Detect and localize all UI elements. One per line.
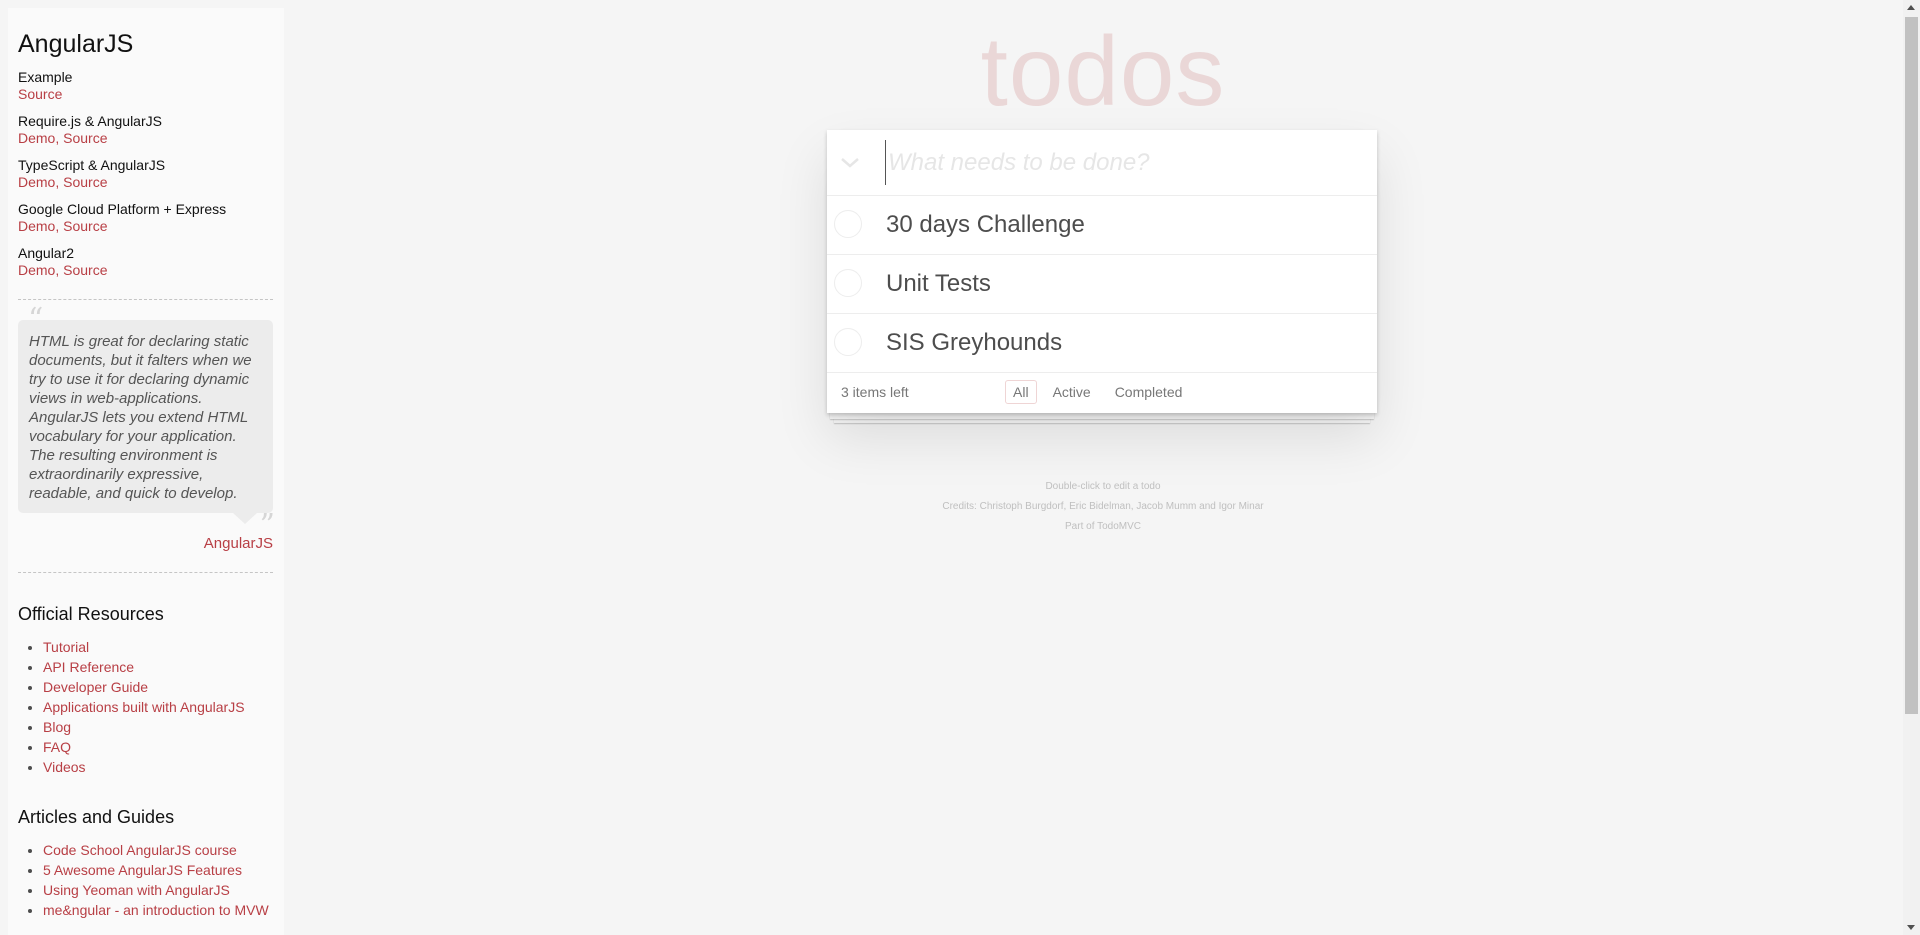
example-links[interactable]: Demo, Source (18, 218, 107, 234)
filter-active[interactable]: Active (1045, 380, 1099, 404)
article-link[interactable]: Code School AngularJS course (43, 842, 237, 858)
scrollbar-thumb[interactable] (1905, 17, 1918, 714)
article-link[interactable]: 5 Awesome AngularJS Features (43, 862, 242, 878)
example-item: Require.js & AngularJS Demo, Source (18, 113, 273, 147)
official-resources-heading: Official Resources (18, 604, 164, 624)
example-name: Example (18, 69, 73, 85)
sidebar-title: AngularJS (18, 30, 134, 58)
list-item: 5 Awesome AngularJS Features (43, 860, 273, 880)
article-link[interactable]: Using Yeoman with AngularJS (43, 882, 230, 898)
vertical-scrollbar[interactable] (1903, 0, 1920, 935)
list-item: FAQ (43, 737, 273, 757)
quote: “ HTML is great for declaring static doc… (18, 305, 275, 541)
scroll-down-icon[interactable] (1907, 925, 1915, 930)
filters: All Active Completed (1005, 380, 1190, 404)
example-name: Require.js & AngularJS (18, 113, 162, 129)
example-item: Example Source (18, 69, 273, 103)
toggle-all-button[interactable] (827, 130, 872, 195)
article-link[interactable]: me&ngular - an introduction to MVW (43, 902, 269, 918)
example-links[interactable]: Source (18, 86, 62, 102)
filter-item: Active (1045, 380, 1099, 404)
list-item: Using Yeoman with AngularJS (43, 880, 273, 900)
stack-shadow (834, 415, 1370, 423)
example-links[interactable]: Demo, Source (18, 262, 107, 278)
list-item: API Reference (43, 657, 273, 677)
articles-list: Code School AngularJS course 5 Awesome A… (18, 840, 273, 920)
filter-all[interactable]: All (1005, 380, 1037, 404)
todo-toggle-checkbox[interactable] (834, 269, 862, 297)
resource-link-blog[interactable]: Blog (43, 719, 71, 735)
todo-footer: 3 items left All Active Completed (827, 373, 1377, 413)
articles-heading: Articles and Guides (18, 807, 175, 827)
list-item: me&ngular - an introduction to MVW (43, 900, 273, 920)
quote-tail (233, 513, 257, 524)
todo-toggle-checkbox[interactable] (834, 210, 862, 238)
example-name: Google Cloud Platform + Express (18, 201, 227, 217)
divider (18, 572, 273, 573)
example-links[interactable]: Demo, Source (18, 130, 107, 146)
resource-link-faq[interactable]: FAQ (43, 739, 71, 755)
app-title: todos (980, 16, 1226, 126)
filter-item: Completed (1107, 380, 1191, 404)
list-item: Tutorial (43, 637, 273, 657)
todo-list: 30 days Challenge Unit Tests SIS Greyhou… (827, 196, 1377, 373)
resource-link-applications[interactable]: Applications built with AngularJS (43, 699, 245, 715)
new-todo-input[interactable] (885, 140, 1358, 185)
todo-header (827, 130, 1377, 196)
todo-item[interactable]: 30 days Challenge (827, 196, 1377, 255)
info-part-of: Part of TodoMVC (1065, 521, 1141, 532)
todo-toggle-checkbox[interactable] (834, 328, 862, 356)
open-quote-icon: “ (28, 302, 44, 337)
resource-link-developer-guide[interactable]: Developer Guide (43, 679, 148, 695)
resource-link-videos[interactable]: Videos (43, 759, 86, 775)
todo-item[interactable]: Unit Tests (827, 255, 1377, 314)
example-name: Angular2 (18, 245, 75, 261)
todo-item[interactable]: SIS Greyhounds (827, 314, 1377, 373)
list-item: Blog (43, 717, 273, 737)
divider (18, 299, 273, 300)
chevron-down-icon (840, 157, 859, 168)
scroll-up-icon[interactable] (1907, 5, 1915, 10)
example-links[interactable]: Demo, Source (18, 174, 107, 190)
filter-completed[interactable]: Completed (1107, 380, 1191, 404)
example-item: TypeScript & AngularJS Demo, Source (18, 157, 273, 191)
resource-link-api-reference[interactable]: API Reference (43, 659, 134, 675)
list-item: Developer Guide (43, 677, 273, 697)
info-footer: Double-click to edit a todo Credits: Chr… (828, 477, 1378, 537)
official-resources-list: Tutorial API Reference Developer Guide A… (18, 637, 273, 777)
todo-label[interactable]: SIS Greyhounds (886, 314, 1062, 372)
list-item: Applications built with AngularJS (43, 697, 273, 717)
example-item: Angular2 Demo, Source (18, 245, 273, 279)
filter-item: All (1005, 380, 1037, 404)
list-item: Videos (43, 757, 273, 777)
close-quote-icon: ” (259, 508, 275, 543)
sidebar: AngularJS Example Source Require.js & An… (8, 8, 284, 935)
todo-app: 30 days Challenge Unit Tests SIS Greyhou… (827, 130, 1377, 413)
list-item: Code School AngularJS course (43, 840, 273, 860)
quote-source: AngularJS (18, 535, 273, 552)
todo-label[interactable]: Unit Tests (886, 255, 991, 313)
items-left-count: 3 items left (841, 384, 909, 400)
example-item: Google Cloud Platform + Express Demo, So… (18, 201, 273, 235)
info-edit-hint: Double-click to edit a todo (1045, 481, 1161, 492)
info-credits: Credits: Christoph Burgdorf, Eric Bidelm… (942, 501, 1264, 512)
todo-label[interactable]: 30 days Challenge (886, 196, 1085, 254)
resource-link-tutorial[interactable]: Tutorial (43, 639, 89, 655)
example-name: TypeScript & AngularJS (18, 157, 166, 173)
quote-text: HTML is great for declaring static docum… (29, 333, 252, 502)
